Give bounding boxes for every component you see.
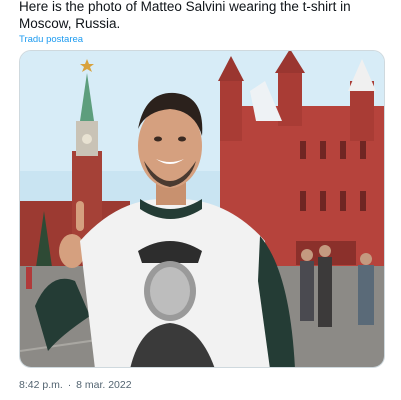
tweet: Here is the photo of Matteo Salvini wear… [0,0,401,400]
timestamp-separator: · [67,379,72,391]
translate-post-link[interactable]: Tradu postarea [19,34,83,45]
tweet-date: 8 mar. 2022 [76,379,132,391]
tweet-photo[interactable] [19,50,385,368]
tweet-text: Here is the photo of Matteo Salvini wear… [19,0,351,31]
photo-image [20,51,384,367]
tweet-timestamp[interactable]: 8:42 p.m. · 8 mar. 2022 [19,379,132,391]
thumbs-up-hand [59,234,85,268]
tweet-time: 8:42 p.m. [19,379,63,391]
